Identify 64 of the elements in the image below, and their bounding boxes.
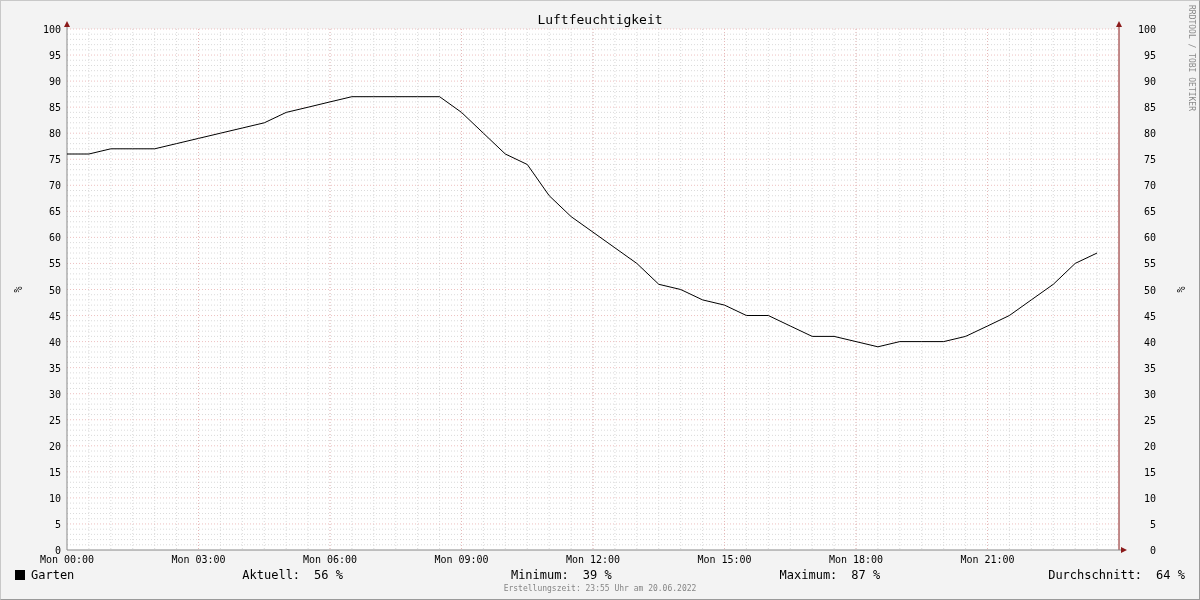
- stat-label: Aktuell:: [242, 568, 301, 582]
- y-axis-label: %: [1175, 286, 1186, 293]
- y-tick-label: 75: [1143, 154, 1156, 166]
- y-tick-label: 0: [1149, 545, 1156, 556]
- stat-value: 64 %: [1156, 568, 1185, 582]
- y-tick-label: 30: [48, 388, 61, 400]
- x-tick-label: Mon 15:00: [697, 554, 752, 565]
- x-tick-label: Mon 18:00: [828, 554, 884, 565]
- y-tick-label: 15: [48, 466, 61, 478]
- stat-label: Maximum:: [779, 568, 838, 582]
- y-tick-label: 5: [1149, 518, 1156, 530]
- y-tick-label: 45: [48, 310, 61, 322]
- stat-value: 39 %: [582, 568, 612, 582]
- y-tick-label: 90: [1143, 76, 1156, 88]
- y-tick-label: 55: [1143, 258, 1156, 270]
- stat-label: Minimum:: [510, 568, 569, 582]
- y-tick-label: 90: [48, 76, 61, 88]
- y-tick-label: 55: [48, 258, 61, 270]
- y-tick-label: 70: [1143, 180, 1156, 192]
- y-tick-label: 10: [1143, 492, 1156, 504]
- y-tick-label: 10: [48, 492, 61, 504]
- y-tick-label: 85: [48, 102, 61, 114]
- y-tick-label: 40: [48, 336, 61, 348]
- y-tick-label: 100: [42, 24, 61, 35]
- y-tick-label: 95: [1143, 50, 1156, 62]
- credit-text: RRDTOOL / TOBI OETIKER: [1187, 5, 1196, 111]
- y-tick-label: 95: [48, 50, 61, 62]
- x-tick-label: Mon 03:00: [171, 554, 226, 565]
- chart-title: Luftfeuchtigkeit: [537, 12, 663, 27]
- y-tick-label: 75: [48, 154, 61, 166]
- stat-value: 87 %: [851, 568, 881, 582]
- y-tick-label: 85: [1143, 102, 1156, 114]
- y-tick-label: 15: [1143, 466, 1156, 478]
- y-tick-label: 100: [1137, 24, 1156, 35]
- stat-value: 56 %: [314, 568, 343, 582]
- y-tick-label: 80: [1143, 128, 1156, 140]
- y-tick-label: 50: [1143, 284, 1156, 296]
- legend-label: Garten: [31, 568, 75, 582]
- y-tick-label: 60: [48, 232, 61, 244]
- y-tick-label: 25: [48, 414, 61, 426]
- y-tick-label: 50: [48, 284, 61, 296]
- y-tick-label: 5: [54, 518, 61, 530]
- stat-label: Durchschnitt:: [1048, 568, 1143, 582]
- y-tick-label: 30: [1143, 388, 1156, 400]
- y-tick-label: 25: [1143, 414, 1156, 426]
- y-tick-label: 35: [1143, 362, 1156, 374]
- x-tick-label: Mon 21:00: [960, 554, 1015, 565]
- footer-text: Erstellungszeit: 23:55 Uhr am 20.06.2022: [502, 584, 698, 593]
- y-tick-label: 65: [1143, 206, 1156, 218]
- y-tick-label: 70: [48, 180, 61, 192]
- x-tick-label: Mon 06:00: [302, 554, 358, 565]
- y-tick-label: 0: [54, 545, 61, 556]
- y-tick-label: 20: [48, 440, 61, 452]
- y-axis-label: %: [12, 286, 23, 293]
- y-tick-label: 20: [1143, 440, 1156, 452]
- y-tick-label: 60: [1143, 232, 1156, 244]
- y-tick-label: 35: [48, 362, 61, 374]
- x-tick-label: Mon 09:00: [434, 554, 489, 565]
- y-tick-label: 65: [48, 206, 61, 218]
- x-tick-label: Mon 00:00: [39, 554, 95, 565]
- y-tick-label: 45: [1143, 310, 1156, 322]
- x-tick-label: Mon 12:00: [565, 554, 621, 565]
- y-tick-label: 80: [48, 128, 61, 140]
- y-tick-label: 40: [1143, 336, 1156, 348]
